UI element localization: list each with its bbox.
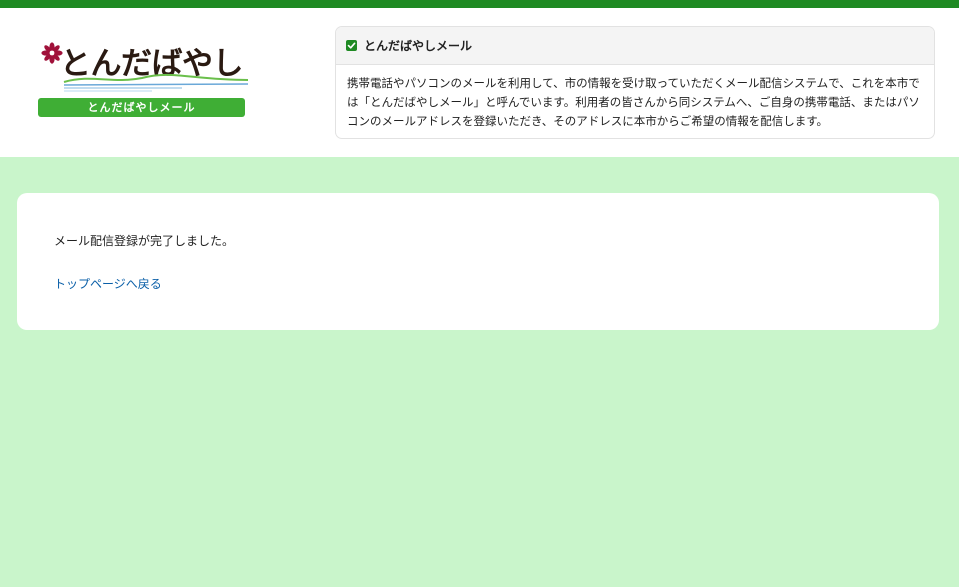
site-logo[interactable]: とんだばやし とんだばやしメール (36, 36, 248, 120)
info-box-description: 携帯電話やパソコンのメールを利用して、市の情報を受け取っていただくメール配信シス… (347, 76, 920, 128)
info-box: とんだばやしメール 携帯電話やパソコンのメールを利用して、市の情報を受け取ってい… (335, 26, 935, 139)
info-box-heading: とんだばやしメール (364, 39, 473, 53)
site-header: とんだばやし とんだばやしメール とんだばやしメール 携帯電話やパソコンのメール… (0, 8, 959, 157)
completion-message: メール配信登録が完了しました。 (54, 234, 235, 248)
info-box-header: とんだばやしメール (336, 27, 934, 65)
top-accent-bar (0, 0, 959, 8)
hills-graphic (63, 73, 248, 92)
back-to-top-link[interactable]: トップページへ戻る (54, 275, 162, 292)
check-square-icon (346, 40, 357, 51)
logo-band-label: とんだばやしメール (38, 98, 245, 117)
main-panel: メール配信登録が完了しました。 トップページへ戻る (17, 193, 939, 330)
